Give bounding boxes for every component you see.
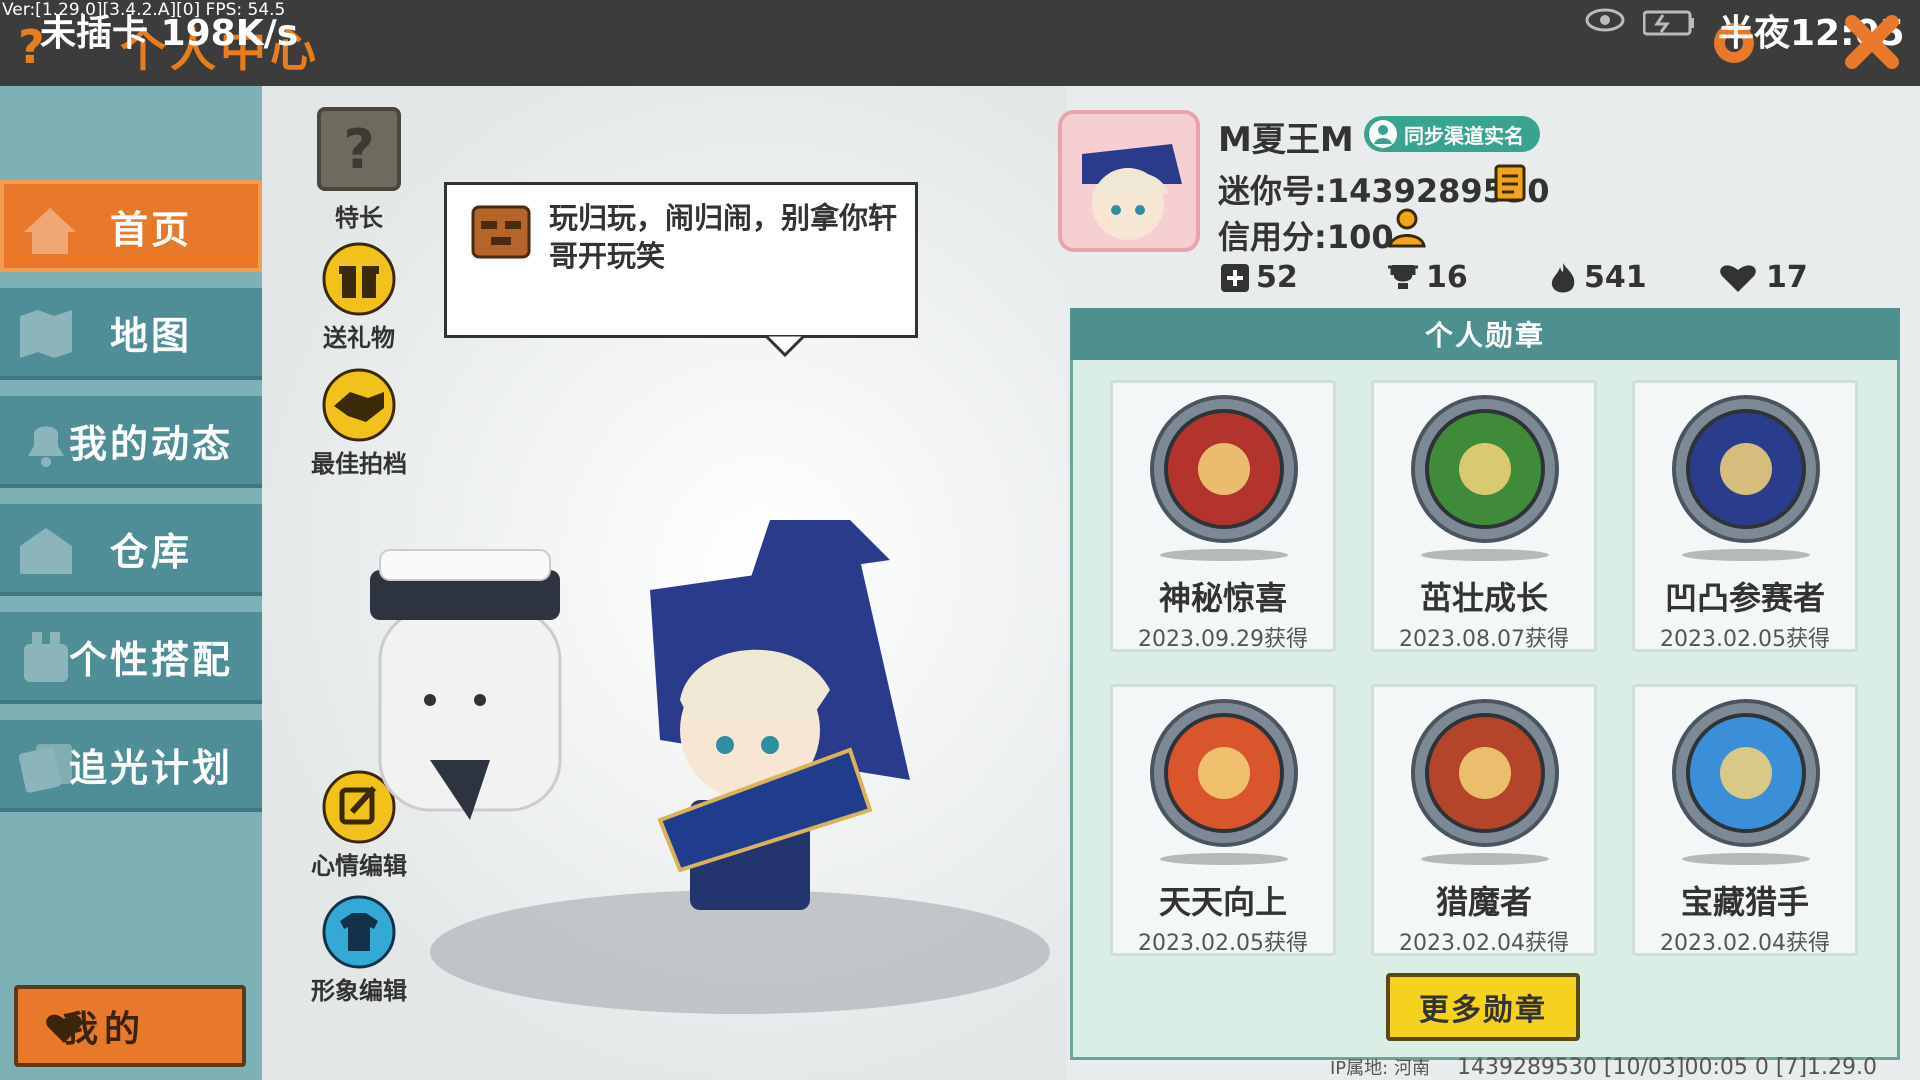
medal-badge-icon xyxy=(1672,699,1820,865)
medal-card[interactable]: 宝藏猎手 2023.02.04获得 xyxy=(1632,684,1858,956)
medal-name: 茁壮成长 xyxy=(1419,579,1548,617)
sidebar-item-home[interactable]: 首页 xyxy=(0,180,262,272)
sidebar-item-label: 仓库 xyxy=(109,529,192,574)
stat-trophy: 16 xyxy=(1386,260,1468,295)
medal-date: 2023.08.07获得 xyxy=(1399,627,1569,652)
medal-card[interactable]: 猎魔者 2023.02.04获得 xyxy=(1371,684,1597,956)
map-icon xyxy=(20,310,72,358)
medal-badge-icon xyxy=(1672,395,1820,561)
sidebar-item-activity[interactable]: 我的动态 xyxy=(0,396,262,488)
credit-user-icon[interactable] xyxy=(1386,206,1428,248)
sync-badge-label: 同步渠道实名 xyxy=(1404,123,1524,148)
medal-panel-header: 个人勋章 xyxy=(1070,308,1900,360)
copy-icon[interactable] xyxy=(1492,164,1530,204)
sidebar-item-label: 我的动态 xyxy=(68,421,233,466)
medal-card[interactable]: 茁壮成长 2023.08.07获得 xyxy=(1371,380,1597,652)
medal-date: 2023.09.29获得 xyxy=(1138,627,1308,652)
bell-icon xyxy=(28,426,64,467)
heart-icon xyxy=(46,1014,82,1043)
medal-name: 宝藏猎手 xyxy=(1680,883,1809,921)
medal-date: 2023.02.05获得 xyxy=(1660,627,1830,652)
heart-icon xyxy=(1720,264,1756,292)
stat-heart: 17 xyxy=(1716,260,1808,295)
footer-text: 1439289530 [10/03]00:05 0 [7]1.29.0 xyxy=(1456,1055,1878,1080)
user-check-icon xyxy=(1369,120,1397,148)
top-bar: ? 个人中心 Ver:[1.29.0][3.4.2.A][0] FPS: 54.… xyxy=(0,0,1920,86)
medal-card[interactable]: 天天向上 2023.02.05获得 xyxy=(1110,684,1336,956)
specialty-label: 特长 xyxy=(335,204,383,232)
seal-pet-figure xyxy=(370,549,562,820)
handshake-icon xyxy=(322,368,396,442)
medal-badge-icon xyxy=(1150,395,1298,561)
medal-card[interactable]: 凹凸参赛者 2023.02.05获得 xyxy=(1632,380,1858,652)
sim-status: 未插卡 xyxy=(40,13,149,54)
stat-plus: 52 xyxy=(1220,260,1298,295)
medal-date: 2023.02.04获得 xyxy=(1660,931,1830,956)
stat-flame: 541 xyxy=(1548,260,1647,295)
question-box-icon: ? xyxy=(317,107,401,191)
medal-name: 神秘惊喜 xyxy=(1158,579,1287,617)
nickname: M夏王M xyxy=(1218,120,1354,160)
sidebar-item-label: 地图 xyxy=(109,313,192,358)
outfit-icon xyxy=(24,632,68,682)
sidebar-item-chase-light[interactable]: 追光计划 xyxy=(0,720,262,812)
wizard-character xyxy=(650,520,910,910)
svg-text:?: ? xyxy=(343,118,374,181)
battery-icon xyxy=(1643,10,1694,36)
cards-icon xyxy=(18,744,72,793)
mine-button[interactable]: 我的 xyxy=(14,985,246,1067)
sidebar-item-label: 首页 xyxy=(109,207,192,252)
medal-badge-icon xyxy=(1150,699,1298,865)
specialty-button[interactable]: ? 特长 xyxy=(304,106,414,233)
ip-location: IP属地: 河南 xyxy=(1330,1058,1430,1079)
medal-name: 凹凸参赛者 xyxy=(1664,579,1825,617)
medal-badge-icon xyxy=(1411,699,1559,865)
net-speed: 198K/s xyxy=(160,13,299,54)
stat-value: 52 xyxy=(1256,260,1298,295)
trophy-icon xyxy=(1388,264,1418,289)
medal-date: 2023.02.05获得 xyxy=(1138,931,1308,956)
medal-name: 猎魔者 xyxy=(1435,883,1532,921)
plus-box-icon xyxy=(1221,263,1249,292)
sidebar-item-map[interactable]: 地图 xyxy=(0,288,262,380)
speech-bubble: 玩归玩，闹归闹，别拿你轩哥开玩笑 xyxy=(444,182,918,357)
house-icon xyxy=(24,208,76,254)
eye-icon xyxy=(1585,8,1625,32)
medal-name: 天天向上 xyxy=(1158,883,1287,921)
stat-value: 17 xyxy=(1766,260,1808,295)
medal-date: 2023.02.04获得 xyxy=(1399,931,1569,956)
sync-realname-badge[interactable]: 同步渠道实名 xyxy=(1364,116,1540,152)
gift-icon xyxy=(322,242,396,316)
bubble-tail xyxy=(765,335,805,357)
warehouse-icon xyxy=(20,528,72,574)
profile-avatar[interactable] xyxy=(1058,110,1200,252)
stat-value: 541 xyxy=(1584,260,1647,295)
network-status: 未插卡 198K/s xyxy=(40,4,298,56)
mascot-icon xyxy=(471,205,531,259)
stat-value: 16 xyxy=(1426,260,1468,295)
best-partner-button[interactable]: 最佳拍档 xyxy=(304,368,414,479)
sidebar-item-outfit[interactable]: 个性搭配 xyxy=(0,612,262,704)
sidebar-item-warehouse[interactable]: 仓库 xyxy=(0,504,262,596)
character-scene xyxy=(370,520,1050,1014)
credit-score: 信用分:100 xyxy=(1218,218,1394,256)
avatar-image xyxy=(1062,114,1196,248)
gift-button[interactable]: 送礼物 xyxy=(304,242,414,353)
sidebar-item-label: 个性搭配 xyxy=(68,637,233,682)
medal-card[interactable]: 神秘惊喜 2023.09.29获得 xyxy=(1110,380,1336,652)
gift-label: 送礼物 xyxy=(323,324,395,352)
sidebar-item-label: 追光计划 xyxy=(68,745,233,790)
footer-info: IP属地: 河南 1439289530 [10/03]00:05 0 [7]1.… xyxy=(1330,1054,1877,1080)
best-partner-label: 最佳拍档 xyxy=(311,450,407,478)
more-medals-button[interactable]: 更多勋章 xyxy=(1386,973,1580,1041)
medal-badge-icon xyxy=(1411,395,1559,561)
bubble-text: 玩归玩，闹归闹，别拿你轩哥开玩笑 xyxy=(549,201,898,273)
flame-icon xyxy=(1551,262,1575,292)
close-icon[interactable] xyxy=(1842,12,1902,72)
